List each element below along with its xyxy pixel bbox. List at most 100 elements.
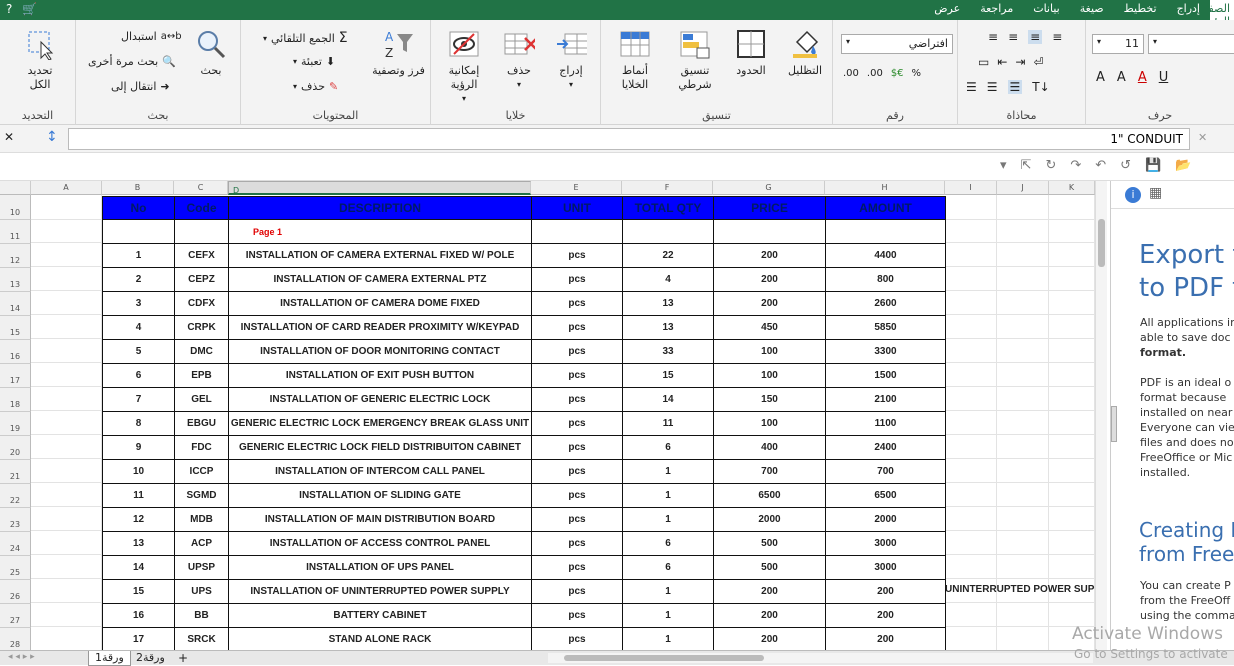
font-color-icon[interactable]: A bbox=[1138, 70, 1147, 85]
grid-cell[interactable] bbox=[997, 435, 1049, 459]
table-cell[interactable]: pcs bbox=[531, 435, 623, 460]
align-bottom-icon[interactable]: ≡ bbox=[1028, 30, 1043, 44]
table-cell[interactable]: EPB bbox=[174, 363, 229, 388]
grid-cell[interactable] bbox=[997, 219, 1049, 243]
grid-cell[interactable] bbox=[1049, 219, 1095, 243]
table-cell[interactable]: CEFX bbox=[174, 243, 229, 268]
table-cell[interactable]: pcs bbox=[531, 411, 623, 436]
spreadsheet-grid[interactable]: No Code DESCRIPTION UNIT TOTAL QTY PRICE… bbox=[31, 195, 1095, 650]
grid-cell[interactable] bbox=[31, 291, 102, 315]
row-header[interactable]: 23 bbox=[0, 508, 31, 532]
grow-font-icon[interactable]: A bbox=[1117, 70, 1126, 85]
redo-icon[interactable]: ↻ bbox=[1045, 158, 1056, 173]
conditional-format-button[interactable]: تنسيق شرطي bbox=[671, 28, 719, 92]
table-cell[interactable]: 13 bbox=[102, 531, 175, 556]
grid-cell[interactable] bbox=[31, 483, 102, 507]
table-cell[interactable]: 5850 bbox=[825, 315, 946, 340]
table-cell[interactable]: pcs bbox=[531, 387, 623, 412]
grid-cell[interactable] bbox=[1049, 387, 1095, 411]
visibility-button[interactable]: إمكانية الرؤية ▾ bbox=[439, 28, 489, 106]
table-cell[interactable]: 200 bbox=[825, 579, 946, 604]
table-cell[interactable]: pcs bbox=[531, 507, 623, 532]
table-cell[interactable]: GENERIC ELECTRIC LOCK FIELD DISTRIBUITON… bbox=[228, 435, 532, 460]
table-cell[interactable]: 1 bbox=[102, 243, 175, 268]
sheet-tab-2[interactable]: ورقة2 bbox=[130, 651, 171, 666]
delete-cells-button[interactable]: حذف ▾ bbox=[499, 28, 539, 92]
table-cell[interactable]: 2400 bbox=[825, 435, 946, 460]
table-cell[interactable]: 200 bbox=[713, 579, 826, 604]
table-cell[interactable] bbox=[713, 219, 826, 244]
table-cell[interactable]: 200 bbox=[713, 627, 826, 650]
table-cell[interactable]: UPSP bbox=[174, 555, 229, 580]
grid-cell[interactable] bbox=[1049, 507, 1095, 531]
currency-icon[interactable]: $€ bbox=[891, 68, 904, 79]
table-cell[interactable]: 22 bbox=[622, 243, 714, 268]
indent-icon[interactable]: ⇤ bbox=[997, 55, 1007, 69]
table-cell[interactable]: 200 bbox=[825, 603, 946, 628]
table-cell[interactable]: 11 bbox=[622, 411, 714, 436]
table-cell[interactable]: 2000 bbox=[713, 507, 826, 532]
sheet-tab-1[interactable]: ورقة1 bbox=[88, 651, 131, 666]
grid-cell[interactable] bbox=[1049, 315, 1095, 339]
row-header[interactable]: 20 bbox=[0, 436, 31, 460]
grid-cell[interactable] bbox=[997, 531, 1049, 555]
dropdown-arrow-icon[interactable]: ▾ bbox=[1000, 158, 1007, 173]
header-total-qty[interactable]: TOTAL QTY bbox=[622, 196, 714, 220]
grid-cell[interactable] bbox=[1049, 555, 1095, 579]
table-cell[interactable]: 4 bbox=[102, 315, 175, 340]
number-format-select[interactable]: ▾ افتراضي bbox=[841, 34, 953, 54]
column-header-b[interactable]: B bbox=[102, 181, 174, 195]
table-cell[interactable] bbox=[622, 219, 714, 244]
shrink-font-icon[interactable]: A bbox=[1096, 70, 1105, 85]
sort-filter-button[interactable]: AZ فرز وتصفية bbox=[371, 28, 426, 78]
table-cell[interactable]: 1 bbox=[622, 459, 714, 484]
table-cell[interactable]: 6500 bbox=[713, 483, 826, 508]
table-cell[interactable]: 1 bbox=[622, 483, 714, 508]
font-name-select[interactable]: ▾ bbox=[1148, 34, 1234, 54]
grid-cell[interactable] bbox=[997, 387, 1049, 411]
tab-view[interactable]: عرض bbox=[924, 0, 970, 20]
table-cell[interactable]: ACP bbox=[174, 531, 229, 556]
grid-cell[interactable] bbox=[997, 603, 1049, 627]
tab-home[interactable]: الصفحة الرئيسية bbox=[1210, 0, 1234, 20]
table-cell[interactable]: INSTALLATION OF CARD READER PROXIMITY W/… bbox=[228, 315, 532, 340]
table-cell[interactable]: 1 bbox=[622, 507, 714, 532]
redo-dropdown-icon[interactable]: ↷ bbox=[1070, 158, 1081, 173]
table-cell[interactable]: 6500 bbox=[825, 483, 946, 508]
table-cell[interactable]: pcs bbox=[531, 627, 623, 650]
add-sheet-icon[interactable]: + bbox=[178, 651, 188, 665]
vertical-scrollbar[interactable] bbox=[1095, 181, 1107, 650]
grid-cell[interactable] bbox=[1049, 435, 1095, 459]
grid-cell[interactable] bbox=[1049, 195, 1095, 220]
table-cell[interactable]: INSTALLATION OF DOOR MONITORING CONTACT bbox=[228, 339, 532, 364]
table-cell[interactable]: SGMD bbox=[174, 483, 229, 508]
header-description[interactable]: DESCRIPTION bbox=[228, 196, 532, 220]
row-header[interactable]: 22 bbox=[0, 484, 31, 508]
save-icon[interactable]: 💾 bbox=[1145, 158, 1161, 173]
align-top-icon[interactable]: ≡ bbox=[988, 30, 998, 44]
table-cell[interactable] bbox=[825, 219, 946, 244]
table-cell[interactable] bbox=[174, 219, 229, 244]
row-header[interactable]: 27 bbox=[0, 604, 31, 628]
grid-cell[interactable] bbox=[997, 483, 1049, 507]
table-cell[interactable]: 9 bbox=[102, 435, 175, 460]
table-cell[interactable]: 6 bbox=[102, 363, 175, 388]
grid-cell[interactable] bbox=[31, 603, 102, 627]
table-cell[interactable]: DMC bbox=[174, 339, 229, 364]
grid-cell[interactable] bbox=[945, 459, 997, 483]
table-cell[interactable]: 500 bbox=[713, 555, 826, 580]
table-cell[interactable]: 13 bbox=[622, 291, 714, 316]
sheet-nav-icons[interactable]: ◂ ◂ ▸ ▸ bbox=[8, 652, 35, 662]
table-cell[interactable]: 200 bbox=[713, 243, 826, 268]
table-cell[interactable]: INSTALLATION OF UNINTERRUPTED POWER SUPP… bbox=[228, 579, 532, 604]
table-cell[interactable]: 6 bbox=[622, 531, 714, 556]
merge-icon[interactable]: ▭ bbox=[978, 55, 989, 69]
table-cell[interactable]: pcs bbox=[531, 579, 623, 604]
align-center-icon[interactable]: ☰ bbox=[987, 80, 998, 94]
column-header-f[interactable]: F bbox=[622, 181, 713, 195]
table-cell[interactable]: pcs bbox=[531, 555, 623, 580]
table-cell[interactable]: 3300 bbox=[825, 339, 946, 364]
table-cell[interactable]: INSTALLATION OF GENERIC ELECTRIC LOCK bbox=[228, 387, 532, 412]
table-cell[interactable]: EBGU bbox=[174, 411, 229, 436]
table-cell[interactable]: 450 bbox=[713, 315, 826, 340]
